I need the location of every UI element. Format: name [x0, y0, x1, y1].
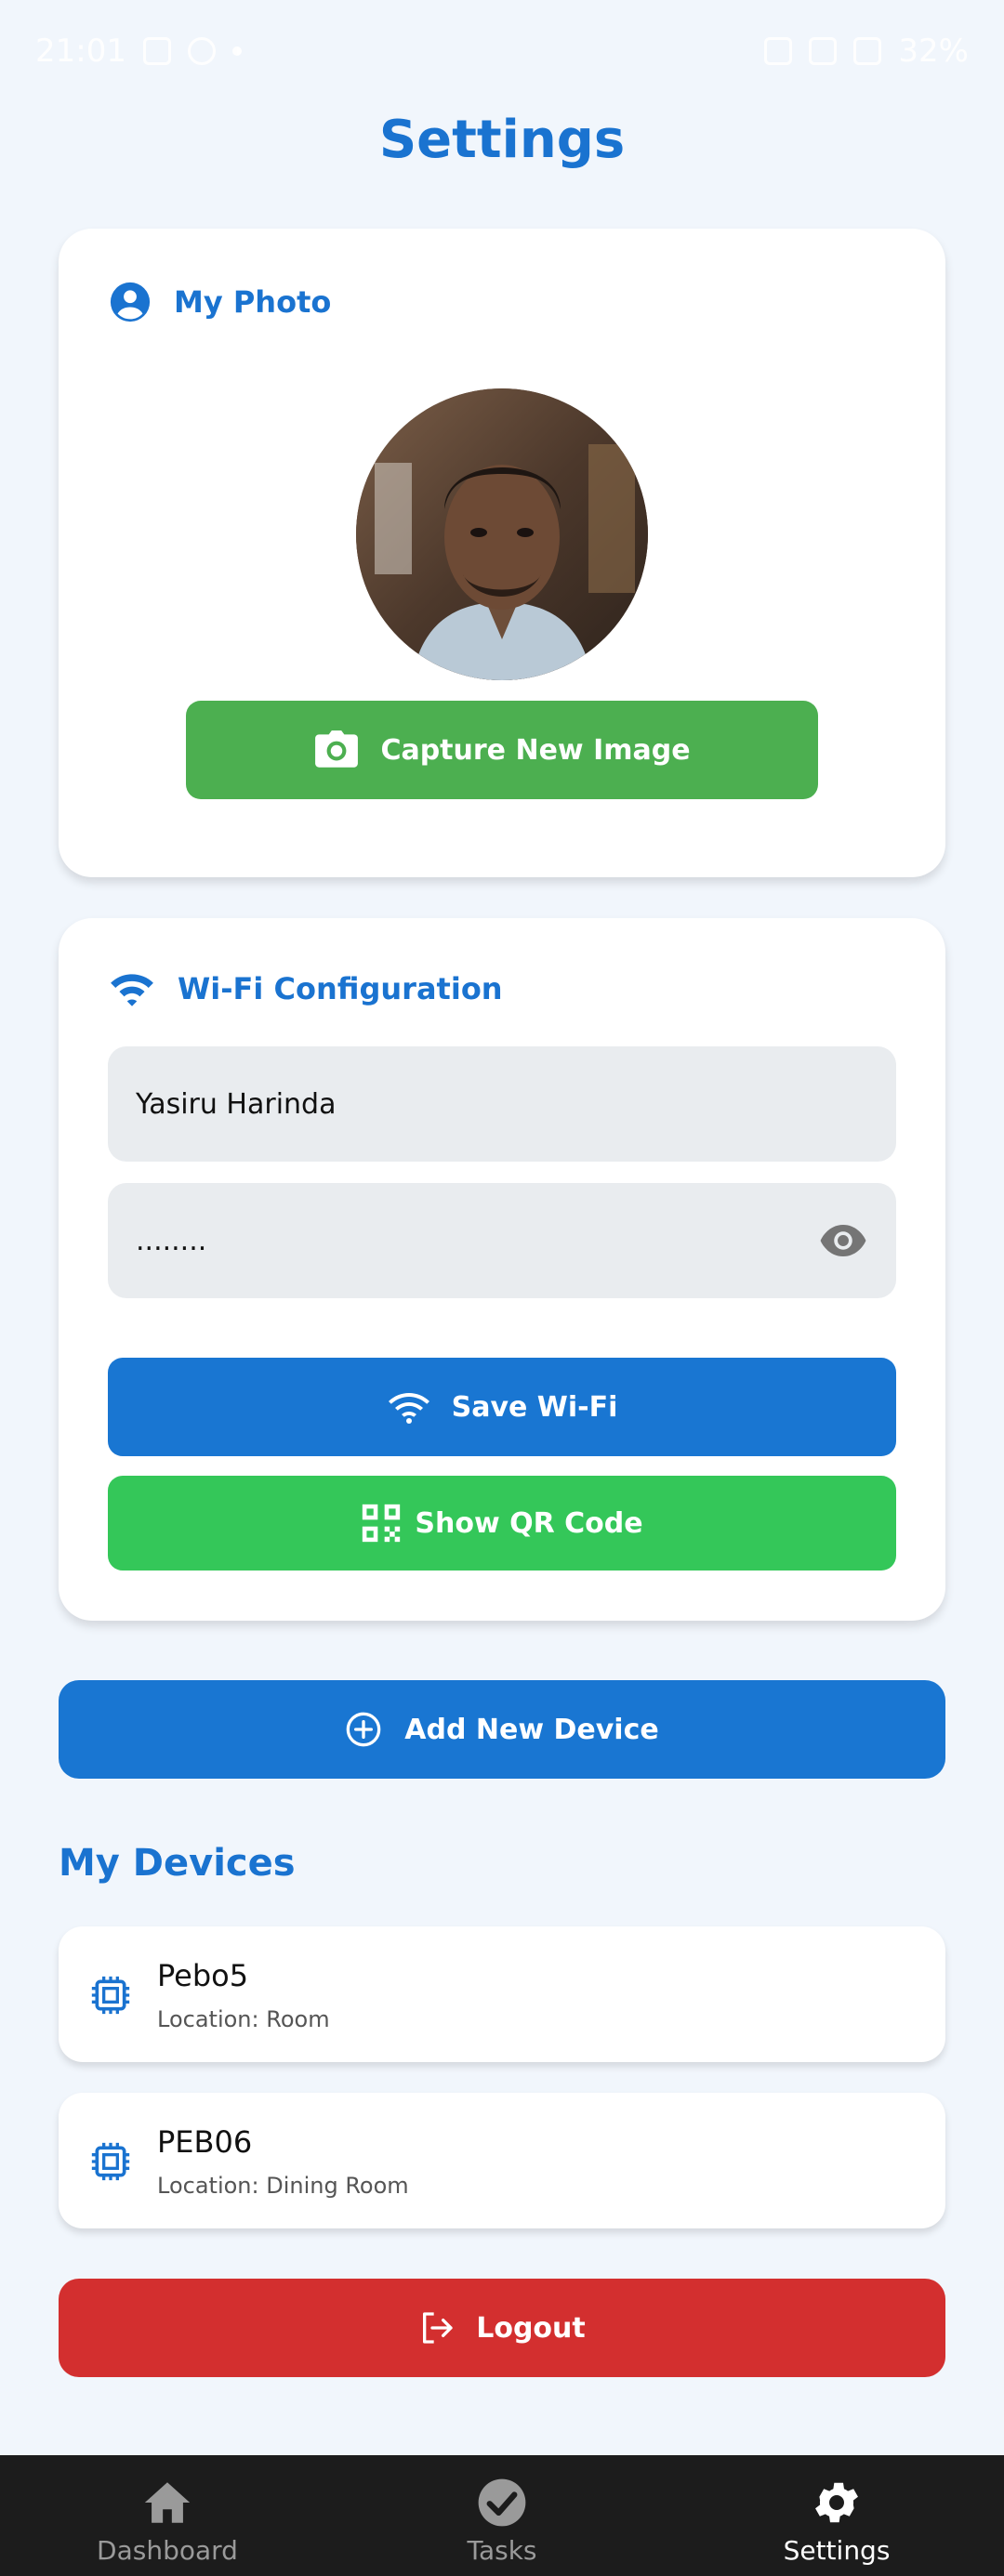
nav-label-settings: Settings [783, 2535, 891, 2566]
status-left: 21:01 [35, 33, 242, 70]
device-location: Location: Dining Room [157, 2173, 409, 2199]
photo-card-title: My Photo [174, 284, 332, 320]
gear-icon [815, 2482, 858, 2523]
page-title: Settings [378, 110, 626, 170]
image-notification-icon [142, 37, 171, 65]
check-circle-icon [478, 2478, 526, 2527]
signal-icon [853, 37, 882, 65]
alarm-icon [764, 37, 793, 65]
show-qr-code-button[interactable]: Show QR Code [108, 1476, 896, 1571]
device-name: PEB06 [157, 2124, 253, 2160]
chip-icon [91, 2142, 130, 2181]
wifi-icon [388, 1393, 429, 1424]
qr-code-icon [363, 1504, 401, 1543]
camera-icon [315, 730, 359, 768]
avatar-photo [356, 388, 648, 680]
add-new-device-button[interactable]: Add New Device [59, 1680, 945, 1779]
chip-icon [91, 1976, 130, 2015]
status-bar: 21:01 32% [0, 0, 1004, 102]
settings-screen: 21:01 32% Settings My Photo Capture New … [0, 0, 1004, 2576]
add-device-label: Add New Device [404, 1713, 659, 1746]
device-location: Location: Room [157, 2006, 330, 2032]
home-icon [144, 2482, 191, 2523]
nav-item-tasks[interactable]: Tasks [335, 2455, 669, 2576]
my-devices-title: My Devices [59, 1842, 296, 1885]
logout-icon [423, 2312, 453, 2344]
nav-label-tasks: Tasks [467, 2535, 537, 2566]
bottom-nav: Dashboard Tasks Settings [0, 2455, 1004, 2576]
add-circle-icon [346, 1712, 381, 1747]
status-time: 21:01 [35, 33, 126, 70]
logout-label: Logout [476, 2311, 586, 2345]
wifi-card-header: Wi-Fi Configuration [109, 970, 503, 1007]
device-card[interactable]: PEB06 Location: Dining Room [59, 2093, 945, 2228]
password-value: ........ [136, 1224, 207, 1257]
photo-card-header: My Photo [109, 281, 331, 323]
device-name: Pebo5 [157, 1958, 249, 1993]
whatsapp-icon [187, 37, 216, 65]
show-qr-label: Show QR Code [415, 1506, 643, 1540]
nav-item-settings[interactable]: Settings [669, 2455, 1004, 2576]
device-card[interactable]: Pebo5 Location: Room [59, 1926, 945, 2062]
capture-new-image-button[interactable]: Capture New Image [186, 701, 818, 799]
nav-item-dashboard[interactable]: Dashboard [0, 2455, 335, 2576]
wifi-icon [111, 974, 153, 1006]
account-circle-icon [110, 282, 151, 322]
logout-button[interactable]: Logout [59, 2279, 945, 2377]
eye-icon[interactable] [818, 1225, 868, 1256]
battery-percent: 32% [898, 33, 969, 70]
password-input[interactable]: ........ [108, 1183, 896, 1298]
capture-button-label: Capture New Image [380, 733, 691, 767]
nav-label-dashboard: Dashboard [97, 2535, 238, 2566]
notification-dot-icon [231, 46, 242, 56]
photo-card: My Photo Capture New Image [59, 229, 945, 877]
mute-icon [809, 37, 838, 65]
wifi-card: Wi-Fi Configuration Yasiru Harinda .....… [59, 918, 945, 1621]
ssid-input[interactable]: Yasiru Harinda [108, 1046, 896, 1162]
wifi-card-title: Wi-Fi Configuration [178, 971, 503, 1006]
avatar [356, 388, 648, 680]
ssid-value: Yasiru Harinda [136, 1087, 337, 1121]
save-wifi-button[interactable]: Save Wi-Fi [108, 1358, 896, 1456]
status-right: 32% [764, 33, 969, 70]
save-wifi-label: Save Wi-Fi [451, 1390, 618, 1424]
